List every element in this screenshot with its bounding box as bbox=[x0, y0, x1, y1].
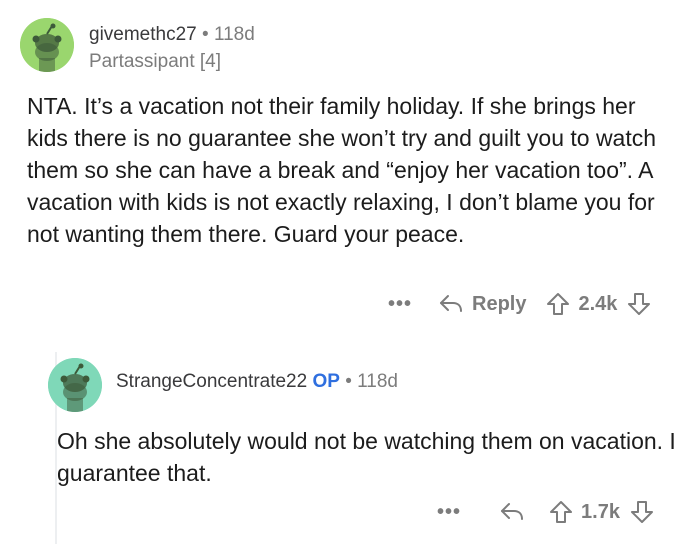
reply-arrow-icon bbox=[501, 503, 524, 520]
separator: • bbox=[345, 371, 352, 392]
username[interactable]: StrangeConcentrate22 bbox=[116, 371, 307, 392]
comment-author[interactable]: StrangeConcentrate22 OP • 118d bbox=[116, 371, 398, 393]
comment-actions: ••• 1.7k bbox=[437, 500, 654, 524]
user-flair: Partassipant [4] bbox=[89, 51, 222, 72]
upvote-arrow-icon[interactable] bbox=[546, 292, 570, 316]
more-icon[interactable]: ••• bbox=[437, 501, 461, 524]
comment-body: NTA. It’s a vacation not their family ho… bbox=[27, 93, 657, 247]
score: 1.7k bbox=[581, 500, 620, 523]
score: 2.4k bbox=[578, 292, 618, 315]
timestamp: 118d bbox=[213, 24, 255, 45]
reply-arrow-icon bbox=[440, 295, 463, 312]
reply-button[interactable]: Reply bbox=[438, 293, 526, 316]
snoo-avatar-icon bbox=[20, 18, 74, 72]
op-badge: OP bbox=[312, 371, 340, 392]
downvote-arrow-icon[interactable] bbox=[627, 292, 651, 316]
reply-button[interactable] bbox=[499, 501, 525, 523]
upvote-arrow-icon[interactable] bbox=[549, 500, 573, 524]
downvote-arrow-icon[interactable] bbox=[630, 500, 654, 524]
avatar[interactable] bbox=[48, 358, 102, 412]
username[interactable]: givemethc27 bbox=[89, 24, 197, 45]
comment-actions: ••• Reply 2.4k bbox=[388, 292, 651, 316]
separator: • bbox=[202, 24, 209, 45]
more-icon[interactable]: ••• bbox=[388, 293, 412, 316]
reply-label: Reply bbox=[472, 292, 527, 315]
comment-body: Oh she absolutely would not be watching … bbox=[57, 428, 676, 486]
snoo-avatar-icon bbox=[48, 358, 102, 412]
avatar[interactable] bbox=[20, 18, 74, 72]
comment-author[interactable]: givemethc27 • 118d bbox=[89, 24, 255, 46]
timestamp: 118d bbox=[357, 371, 398, 392]
